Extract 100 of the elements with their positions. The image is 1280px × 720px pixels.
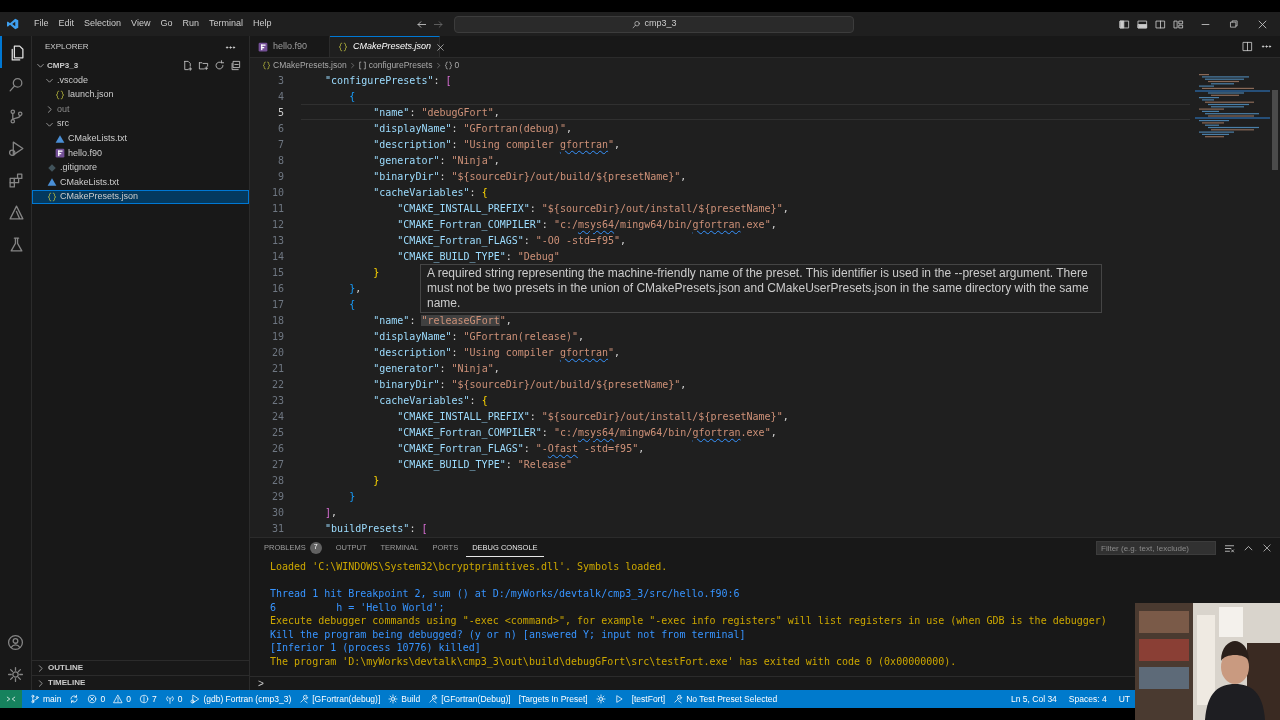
split-layout-icon[interactable]	[1155, 18, 1166, 30]
remote-icon	[6, 694, 16, 704]
code-line: }	[348, 489, 356, 504]
restore-icon[interactable]	[1229, 19, 1239, 29]
status-item[interactable]: [GFortran(Debug)]	[424, 692, 515, 706]
branch-icon	[8, 107, 25, 125]
code-line: "cacheVariables": {	[372, 393, 488, 408]
console-prompt[interactable]: >	[258, 676, 264, 691]
line-number: 22	[270, 377, 284, 392]
run-debug-icon	[8, 139, 25, 157]
close-icon[interactable]	[1262, 543, 1272, 553]
status-item[interactable]: (gdb) Fortran (cmp3_3)	[186, 692, 296, 706]
line-number: 21	[270, 361, 284, 376]
tree-item[interactable]: CMakeLists.txt	[32, 175, 249, 190]
new-file-icon[interactable]	[182, 60, 193, 71]
tools-icon	[428, 694, 439, 704]
line-number: 31	[270, 521, 284, 536]
sidebar-layout-icon[interactable]	[1119, 18, 1130, 30]
tree-item[interactable]: launch.json	[32, 87, 249, 103]
search-icon	[632, 19, 642, 29]
breadcrumb-item[interactable]: CMakePresets.json	[273, 58, 347, 72]
tree-item[interactable]: out	[32, 102, 249, 117]
split-editor-icon[interactable]	[1242, 41, 1253, 52]
status-item[interactable]: No Test Preset Selected	[669, 692, 782, 706]
menu-item[interactable]: Go	[155, 15, 178, 33]
close-icon[interactable]	[1257, 18, 1268, 30]
status-item[interactable]: [testFort]	[627, 692, 670, 706]
collapse-icon[interactable]	[230, 60, 241, 71]
console-line: The program 'D:\myWorks\devtalk\cmp3_3\out\build\debugGFort\src\testFort.exe' has exited with code 0 (0x00000000).	[270, 654, 957, 668]
close-icon[interactable]	[436, 42, 446, 52]
code-line: "CMAKE_Fortran_COMPILER": "c:/msys64/mingw64/bin/gfortran.exe",	[396, 217, 777, 232]
menu-item[interactable]: Edit	[53, 15, 80, 33]
status-item[interactable]: 0	[160, 692, 187, 706]
code-line: }	[372, 265, 380, 280]
folder-name[interactable]: CMP3_3	[47, 59, 79, 72]
sidebar-title: EXPLORER	[45, 41, 89, 53]
status-item[interactable]: Build	[384, 692, 425, 706]
panel-layout-icon[interactable]	[1137, 18, 1148, 30]
tree-item[interactable]: CMakePresets.json	[32, 189, 249, 205]
line-number: 13	[270, 233, 284, 248]
chevron-right-icon	[45, 105, 54, 114]
status-item[interactable]: 7	[134, 692, 161, 706]
menu-item[interactable]: File	[29, 15, 54, 33]
new-folder-icon[interactable]	[198, 60, 209, 71]
section-header[interactable]: TIMELINE	[48, 677, 86, 689]
tree-item[interactable]: hello.f90	[32, 145, 249, 161]
menu-item[interactable]: Run	[177, 15, 204, 33]
status-item[interactable]: Ln 5, Col 34	[1011, 692, 1057, 706]
menu-item[interactable]: Terminal	[203, 15, 248, 33]
clear-list-icon[interactable]	[1224, 542, 1235, 554]
back-arrow-icon[interactable]	[416, 18, 428, 30]
line-number: 19	[270, 329, 284, 344]
status-item[interactable]: [Targets In Preset]	[514, 692, 592, 706]
status-item[interactable]: [GFortran(debug)]	[295, 692, 385, 706]
gear-icon	[388, 694, 399, 704]
refresh-icon[interactable]	[214, 60, 225, 71]
filter-field[interactable]: Filter (e.g. text, !exclude)	[1096, 541, 1216, 555]
console-line: [Inferior 1 (process 10776) killed]	[270, 641, 481, 655]
file-type-icon	[55, 148, 65, 159]
tree-item[interactable]: CMakeLists.txt	[32, 131, 249, 146]
status-item[interactable]: Spaces: 4	[1068, 692, 1107, 706]
console-line: Kill the program being debugged? (y or n) [answered Y; input not from terminal]	[270, 627, 746, 641]
status-item[interactable]: UT	[1118, 692, 1130, 706]
error-icon	[87, 694, 98, 704]
tree-item[interactable]: .gitignore	[32, 160, 249, 176]
code-line: "generator": "Ninja",	[372, 153, 500, 168]
line-number: 17	[270, 297, 284, 312]
command-center[interactable]: cmp3_3	[454, 15, 855, 33]
gear-icon[interactable]	[7, 665, 24, 683]
scrollbar-thumb[interactable]	[1272, 90, 1278, 170]
code-line: "configurePresets": [	[324, 73, 452, 88]
triangle-icon	[55, 133, 65, 144]
status-item[interactable]: main	[26, 692, 66, 706]
account-icon[interactable]	[7, 633, 24, 651]
chevron-right-icon	[434, 61, 442, 69]
line-number: 14	[270, 249, 284, 264]
line-number: 23	[270, 393, 284, 408]
tree-item[interactable]: .vscode	[32, 73, 249, 88]
braces-icon	[262, 60, 271, 70]
menu-item[interactable]: Selection	[79, 15, 127, 33]
code-line: "cacheVariables": {	[372, 185, 488, 200]
forward-arrow-icon[interactable]	[433, 18, 445, 30]
code-line: "binaryDir": "${sourceDir}/out/build/${presetName}",	[372, 169, 687, 184]
tree-item[interactable]: src	[32, 116, 249, 132]
section-header[interactable]: OUTLINE	[48, 662, 84, 674]
status-item[interactable]: 0	[109, 692, 135, 706]
line-number: 20	[270, 345, 284, 360]
breadcrumb-item[interactable]: 0	[454, 58, 460, 72]
line-number: 15	[270, 265, 284, 280]
line-number: 27	[270, 457, 284, 472]
warning-icon	[113, 694, 124, 704]
menu-item[interactable]: View	[126, 15, 156, 33]
menu-item[interactable]: Help	[247, 15, 277, 33]
breadcrumb-item[interactable]: configurePresets	[368, 58, 433, 72]
custom-layout-icon[interactable]	[1173, 18, 1184, 30]
status-item[interactable]: 0	[83, 692, 110, 706]
line-number: 28	[270, 473, 284, 488]
braces-icon	[55, 89, 65, 100]
line-number: 9	[276, 169, 284, 184]
line-number: 4	[276, 89, 284, 104]
